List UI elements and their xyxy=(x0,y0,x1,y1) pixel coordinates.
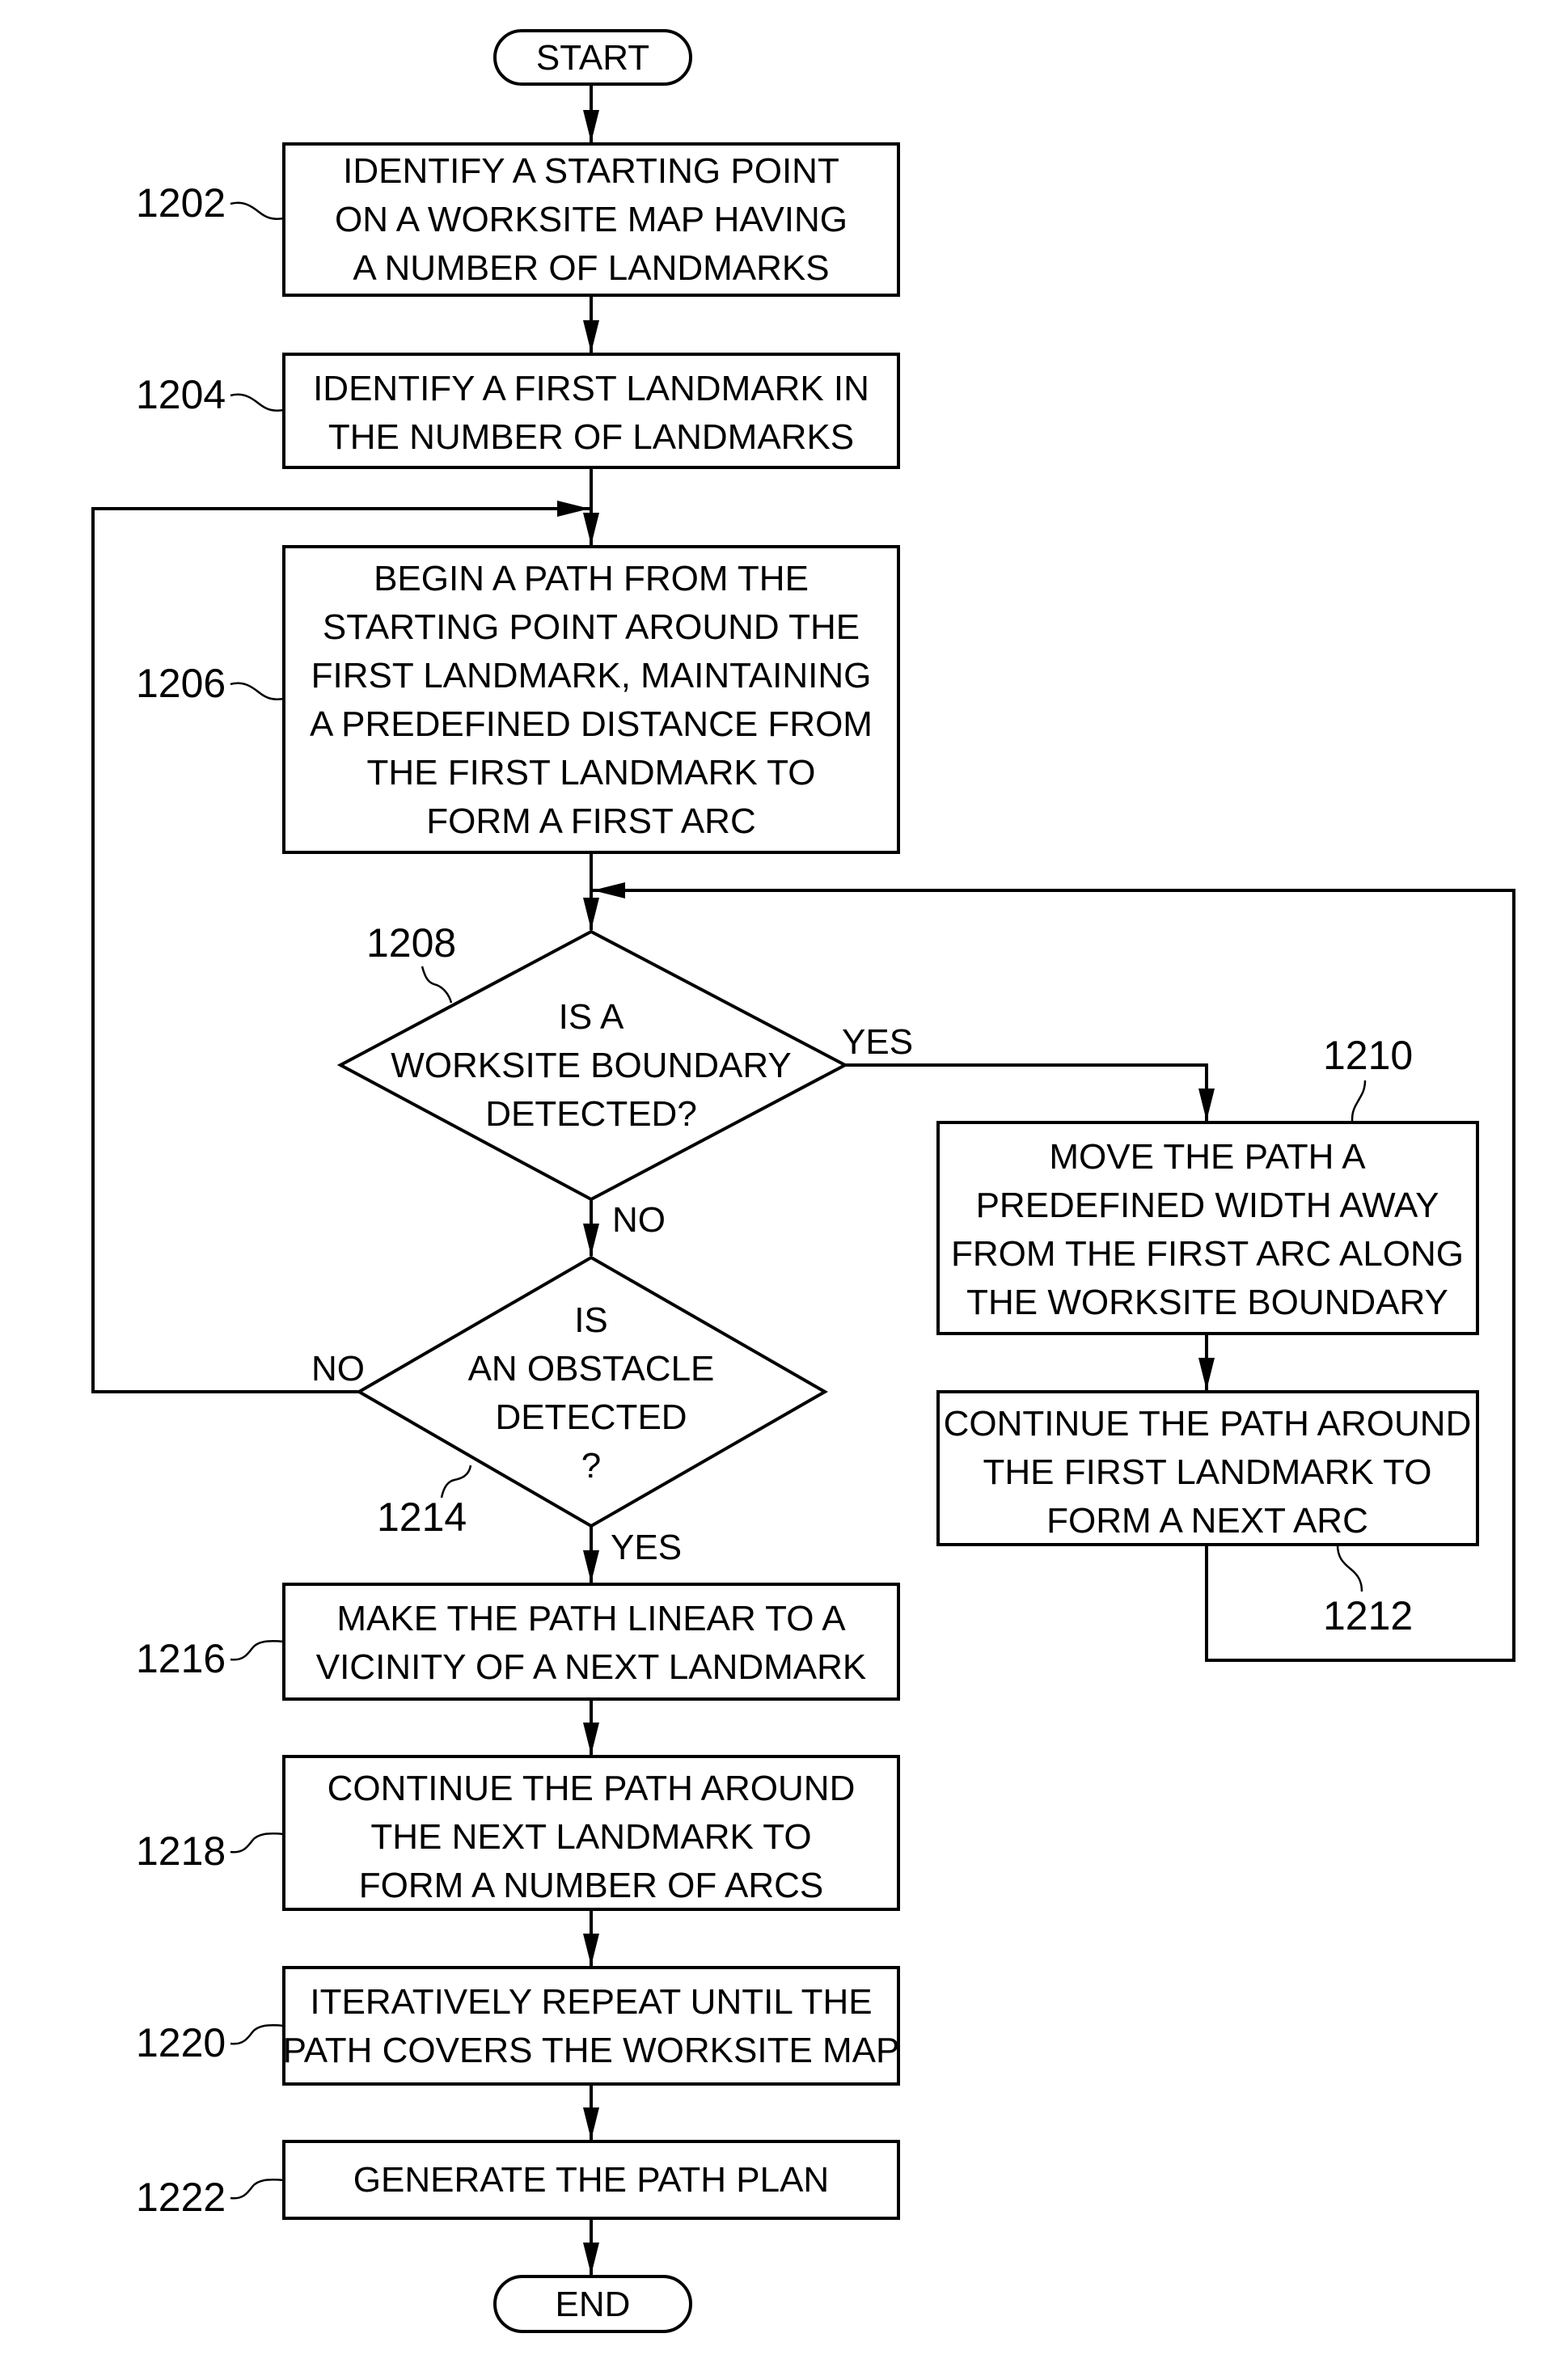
step-1222-line: GENERATE THE PATH PLAN xyxy=(353,2160,829,2200)
step-1220-line: ITERATIVELY REPEAT UNTIL THE xyxy=(310,1982,872,2022)
step-1206-line: FORM A FIRST ARC xyxy=(426,801,755,841)
end-terminator: END xyxy=(493,2275,692,2333)
step-1222: GENERATE THE PATH PLAN xyxy=(282,2140,900,2220)
leader-1212 xyxy=(1336,1544,1363,1592)
leader-1222 xyxy=(230,2179,285,2200)
ref-1212: 1212 xyxy=(1323,1593,1413,1638)
step-1206: BEGIN A PATH FROM THE STARTING POINT ARO… xyxy=(282,545,900,854)
leader-1202 xyxy=(230,201,285,220)
start-terminator: START xyxy=(493,29,692,86)
decision-1208: IS A WORKSITE BOUNDARY DETECTED? xyxy=(336,929,849,1202)
step-1210-line: MOVE THE PATH A xyxy=(1049,1137,1366,1177)
step-1216-line: VICINITY OF A NEXT LANDMARK xyxy=(316,1647,867,1687)
step-1206-line: THE FIRST LANDMARK TO xyxy=(367,753,816,793)
ref-1208: 1208 xyxy=(366,920,456,966)
step-1210-line: PREDEFINED WIDTH AWAY xyxy=(976,1186,1439,1225)
label-1214-yes: YES xyxy=(611,1528,682,1567)
step-1212: CONTINUE THE PATH AROUND THE FIRST LANDM… xyxy=(936,1390,1479,1546)
decision-1208-line: DETECTED? xyxy=(485,1094,697,1134)
decision-1214-line: IS xyxy=(574,1300,608,1340)
step-1218: CONTINUE THE PATH AROUND THE NEXT LANDMA… xyxy=(282,1755,900,1911)
leader-1208 xyxy=(421,966,453,1004)
decision-1214-line: DETECTED xyxy=(495,1397,687,1437)
leader-1210 xyxy=(1351,1080,1367,1123)
step-1220-line: PATH COVERS THE WORKSITE MAP xyxy=(283,2031,900,2070)
ref-1204: 1204 xyxy=(136,372,226,417)
start-label: START xyxy=(536,38,649,78)
leader-1216 xyxy=(230,1640,285,1661)
step-1218-line: FORM A NUMBER OF ARCS xyxy=(359,1866,824,1905)
end-label: END xyxy=(556,2285,631,2324)
leader-1206 xyxy=(230,682,285,700)
step-1206-line: STARTING POINT AROUND THE xyxy=(323,607,860,647)
step-1210: MOVE THE PATH A PREDEFINED WIDTH AWAY FR… xyxy=(936,1121,1479,1335)
label-1208-yes: YES xyxy=(842,1022,913,1062)
leader-1204 xyxy=(230,393,285,412)
ref-1218: 1218 xyxy=(136,1828,226,1874)
decision-1214-line: AN OBSTACLE xyxy=(468,1349,715,1389)
ref-1214: 1214 xyxy=(377,1494,467,1540)
leader-1214 xyxy=(440,1465,472,1499)
decision-1214: IS AN OBSTACLE DETECTED ? xyxy=(356,1255,829,1528)
step-1202-line: IDENTIFY A STARTING POINT xyxy=(343,151,839,191)
step-1206-line: A PREDEFINED DISTANCE FROM xyxy=(310,704,873,744)
step-1216: MAKE THE PATH LINEAR TO A VICINITY OF A … xyxy=(282,1583,900,1701)
step-1204: IDENTIFY A FIRST LANDMARK IN THE NUMBER … xyxy=(282,353,900,469)
step-1204-line: THE NUMBER OF LANDMARKS xyxy=(328,417,854,457)
leader-1218 xyxy=(230,1833,285,1854)
decision-1208-line: IS A xyxy=(559,997,624,1037)
step-1210-line: FROM THE FIRST ARC ALONG xyxy=(951,1234,1464,1274)
step-1218-line: THE NEXT LANDMARK TO xyxy=(370,1817,811,1857)
ref-1202: 1202 xyxy=(136,180,226,226)
step-1202: IDENTIFY A STARTING POINT ON A WORKSITE … xyxy=(282,142,900,297)
decision-1208-line: WORKSITE BOUNDARY xyxy=(391,1046,791,1085)
step-1212-line: CONTINUE THE PATH AROUND xyxy=(944,1404,1472,1444)
step-1216-line: MAKE THE PATH LINEAR TO A xyxy=(336,1599,846,1638)
step-1206-line: FIRST LANDMARK, MAINTAINING xyxy=(311,656,872,695)
ref-1210: 1210 xyxy=(1323,1033,1413,1078)
step-1210-line: THE WORKSITE BOUNDARY xyxy=(966,1283,1448,1322)
connector-1208-yes-1210 xyxy=(845,1063,1215,1121)
ref-1216: 1216 xyxy=(136,1636,226,1681)
ref-1220: 1220 xyxy=(136,2020,226,2065)
flowchart: START IDENTIFY A STARTING POINT ON A WOR… xyxy=(91,29,1515,2333)
step-1212-line: FORM A NEXT ARC xyxy=(1046,1501,1368,1541)
step-1218-line: CONTINUE THE PATH AROUND xyxy=(328,1769,856,1808)
step-1220: ITERATIVELY REPEAT UNTIL THE PATH COVERS… xyxy=(282,1966,900,2086)
step-1202-line: ON A WORKSITE MAP HAVING xyxy=(335,200,848,239)
decision-1214-line: ? xyxy=(581,1446,601,1486)
label-1214-no: NO xyxy=(311,1349,365,1389)
ref-1222: 1222 xyxy=(136,2175,226,2220)
step-1202-line: A NUMBER OF LANDMARKS xyxy=(353,248,829,288)
step-1206-line: BEGIN A PATH FROM THE xyxy=(374,559,809,598)
step-1212-line: THE FIRST LANDMARK TO xyxy=(983,1452,1432,1492)
ref-1206: 1206 xyxy=(136,661,226,706)
label-1208-no: NO xyxy=(612,1200,666,1240)
leader-1220 xyxy=(230,2024,285,2045)
step-1204-line: IDENTIFY A FIRST LANDMARK IN xyxy=(313,369,869,408)
